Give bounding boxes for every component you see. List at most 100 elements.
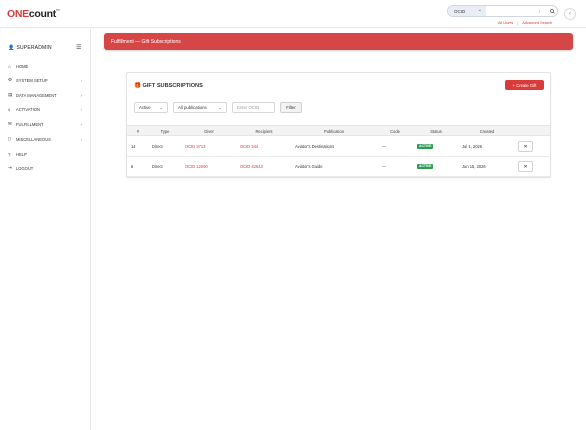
top-links: All Users | Advanced Search [498, 21, 552, 25]
sidebar-toggle-button[interactable]: ☰ [76, 44, 81, 51]
gift-subscriptions-card: 🎁 GIFT SUBSCRIPTIONS + Create Gift Activ… [126, 72, 551, 178]
all-users-link[interactable]: All Users [498, 21, 513, 25]
chevron-right-icon: › [80, 77, 83, 83]
status-filter-select[interactable]: Active ⌄ [134, 102, 168, 113]
sidebar-item-help[interactable]: ? HELP [8, 149, 84, 159]
chevron-right-icon: › [80, 92, 83, 98]
sidebar-user: 👤 SUPERADMIN [8, 45, 52, 51]
cell-id: 14 [131, 144, 136, 149]
logo[interactable]: ONEcount™ [7, 8, 60, 20]
sidebar-user-label: SUPERADMIN [16, 45, 52, 51]
chevron-down-icon: ⌄ [218, 104, 222, 110]
column-header[interactable]: # [137, 129, 139, 134]
column-header[interactable]: Created [480, 129, 495, 134]
cell-recipient[interactable]: OCID 344 [240, 144, 258, 149]
database-icon: ▤ [8, 92, 13, 97]
cell-type: Direct [152, 144, 163, 149]
chevron-down-icon: ⌄ [477, 7, 482, 13]
column-header[interactable]: Code [390, 129, 400, 134]
search-icon [550, 8, 555, 14]
status-filter-value: Active [139, 105, 151, 110]
page-header: Fulfillment — Gift Subscriptions [104, 33, 573, 50]
create-gift-button[interactable]: + Create Gift [505, 80, 544, 90]
chevron-right-icon: › [80, 136, 83, 142]
table-row: 6 Direct OCID 12090 OCID 42643 Aviator's Gui… [127, 157, 550, 177]
logo-count: count [28, 8, 56, 20]
cell-created: Jul 1, 2026 [462, 144, 483, 149]
search-scope-select[interactable]: OCID ⌄ [448, 6, 486, 16]
status-badge: ACTIVE [417, 144, 434, 149]
publication-filter-value: All publications [178, 105, 207, 110]
ocid-filter-input[interactable]: Enter OCID [232, 102, 275, 113]
filter-button[interactable]: Filter [280, 102, 302, 113]
status-badge: ACTIVE [417, 164, 434, 169]
user-icon: 👤 [8, 45, 15, 51]
card-title: 🎁 GIFT SUBSCRIPTIONS [134, 83, 203, 89]
sidebar-item-label: SYSTEM SETUP [16, 77, 48, 83]
sidebar-item-label: ACTIVATION [16, 106, 40, 112]
sidebar-item-system-setup[interactable]: ⚙ SYSTEM SETUP › [8, 75, 84, 85]
sidebar-item-fulfillment[interactable]: ✉ FULFILLMENT › [8, 119, 84, 129]
cell-giver[interactable]: OCID 3713 [185, 144, 205, 149]
table-header: # Type Giver Recipient Publication Code Status… [127, 125, 550, 136]
table-row: 14 Direct OCID 3713 OCID 344 Aviator's Desti… [127, 137, 550, 157]
column-header[interactable]: Giver [204, 129, 214, 134]
delete-gift-button[interactable]: ✕ [518, 141, 533, 152]
logo-one: ONE [7, 8, 29, 20]
sidebar-item-label: DATA MANAGEMENT [16, 92, 57, 98]
search-input[interactable]: / [486, 6, 548, 16]
sidebar-item-label: HOME [16, 63, 29, 69]
chevron-down-icon: ⌄ [159, 104, 163, 110]
search-scope-value: OCID [454, 8, 466, 14]
cell-publication: Aviator's Guide [295, 164, 323, 169]
close-icon: ✕ [523, 143, 528, 150]
sidebar-item-data-management[interactable]: ▤ DATA MANAGEMENT › [8, 90, 84, 100]
cell-type: Direct [152, 164, 163, 169]
chevron-right-icon: › [80, 106, 83, 112]
file-icon: ▯ [8, 136, 11, 141]
sidebar-item-logout[interactable]: ⇥ LOGOUT [8, 163, 84, 173]
gift-icon: 🎁 [134, 83, 141, 89]
cell-giver[interactable]: OCID 12090 [185, 164, 208, 169]
cell-code: — [382, 164, 387, 169]
column-header[interactable]: Status [430, 129, 442, 134]
chevron-right-icon: › [80, 121, 83, 127]
column-header[interactable]: Publication [324, 129, 344, 134]
search-button[interactable] [548, 7, 557, 16]
publication-filter-select[interactable]: All publications ⌄ [173, 102, 227, 113]
delete-gift-button[interactable]: ✕ [518, 161, 533, 172]
advanced-search-link[interactable]: Advanced Search [522, 21, 552, 25]
top-bar: ONEcount™ OCID ⌄ / All Users | Advanced Se… [0, 0, 586, 28]
column-header[interactable]: Recipient [255, 129, 272, 134]
cell-code: — [382, 144, 387, 149]
cell-recipient[interactable]: OCID 42643 [240, 164, 263, 169]
link-separator: | [517, 21, 519, 25]
question-icon: ? [8, 151, 11, 157]
gear-icon: ⚙ [8, 77, 13, 82]
sidebar-item-label: HELP [16, 151, 27, 157]
logo-trademark: ™ [55, 8, 60, 13]
cell-id: 6 [131, 164, 134, 169]
card-title-text: GIFT SUBSCRIPTIONS [142, 83, 203, 89]
sidebar-item-label: MISCELLANEOUS [16, 136, 51, 142]
sidebar: 👤 SUPERADMIN ☰ ⌂ HOME ⚙ SYSTEM SETUP › ▤ DATA M… [0, 29, 91, 430]
collapse-button[interactable]: ‹ [564, 8, 576, 20]
ocid-filter-placeholder: Enter OCID [237, 105, 260, 110]
cell-publication: Aviator's Destinations [295, 144, 335, 149]
sidebar-item-home[interactable]: ⌂ HOME [8, 61, 84, 71]
search-group: OCID ⌄ / [447, 5, 558, 17]
close-icon: ✕ [523, 163, 528, 170]
toggle-icon: ◐ [8, 106, 11, 112]
page-title: Fulfillment — Gift Subscriptions [111, 39, 181, 45]
sidebar-item-activation[interactable]: ◐ ACTIVATION › [8, 104, 84, 114]
home-icon: ⌂ [8, 63, 11, 69]
envelope-icon: ✉ [8, 121, 12, 126]
sidebar-item-miscellaneous[interactable]: ▯ MISCELLANEOUS › [8, 134, 84, 144]
sidebar-item-label: LOGOUT [16, 165, 34, 171]
cell-created: Jun 15, 2026 [462, 164, 486, 169]
menu-icon: ☰ [76, 45, 82, 51]
column-header[interactable]: Type [161, 129, 170, 134]
logout-icon: ⇥ [8, 165, 12, 170]
chevron-left-icon: ‹ [569, 11, 571, 17]
sidebar-item-label: FULFILLMENT [16, 121, 44, 127]
